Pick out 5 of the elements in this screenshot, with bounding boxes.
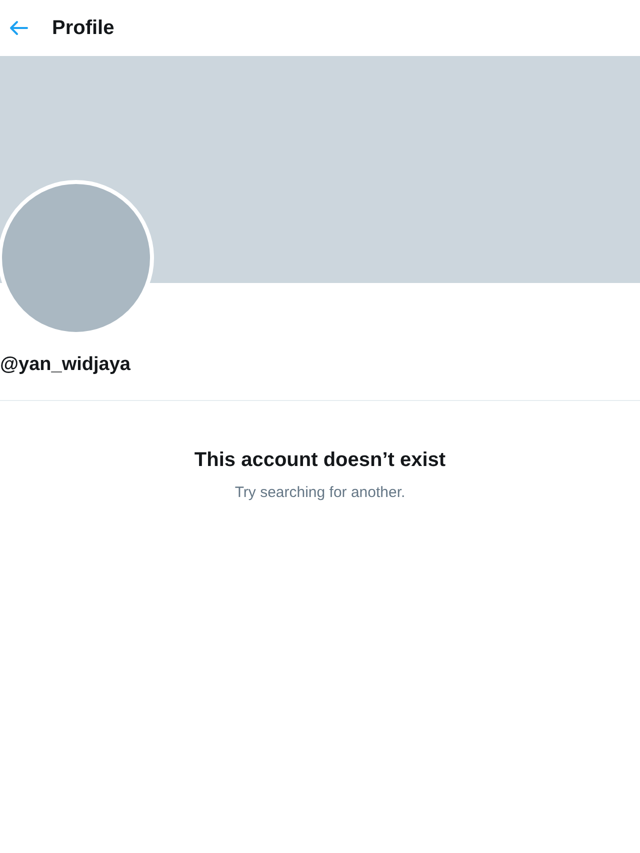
page-title: Profile	[52, 16, 114, 41]
back-icon[interactable]	[8, 20, 28, 36]
empty-state-subtitle: Try searching for another.	[234, 483, 406, 503]
empty-state-title: This account doesn’t exist	[194, 448, 446, 473]
username-handle: @yan_widjaya	[0, 353, 132, 377]
